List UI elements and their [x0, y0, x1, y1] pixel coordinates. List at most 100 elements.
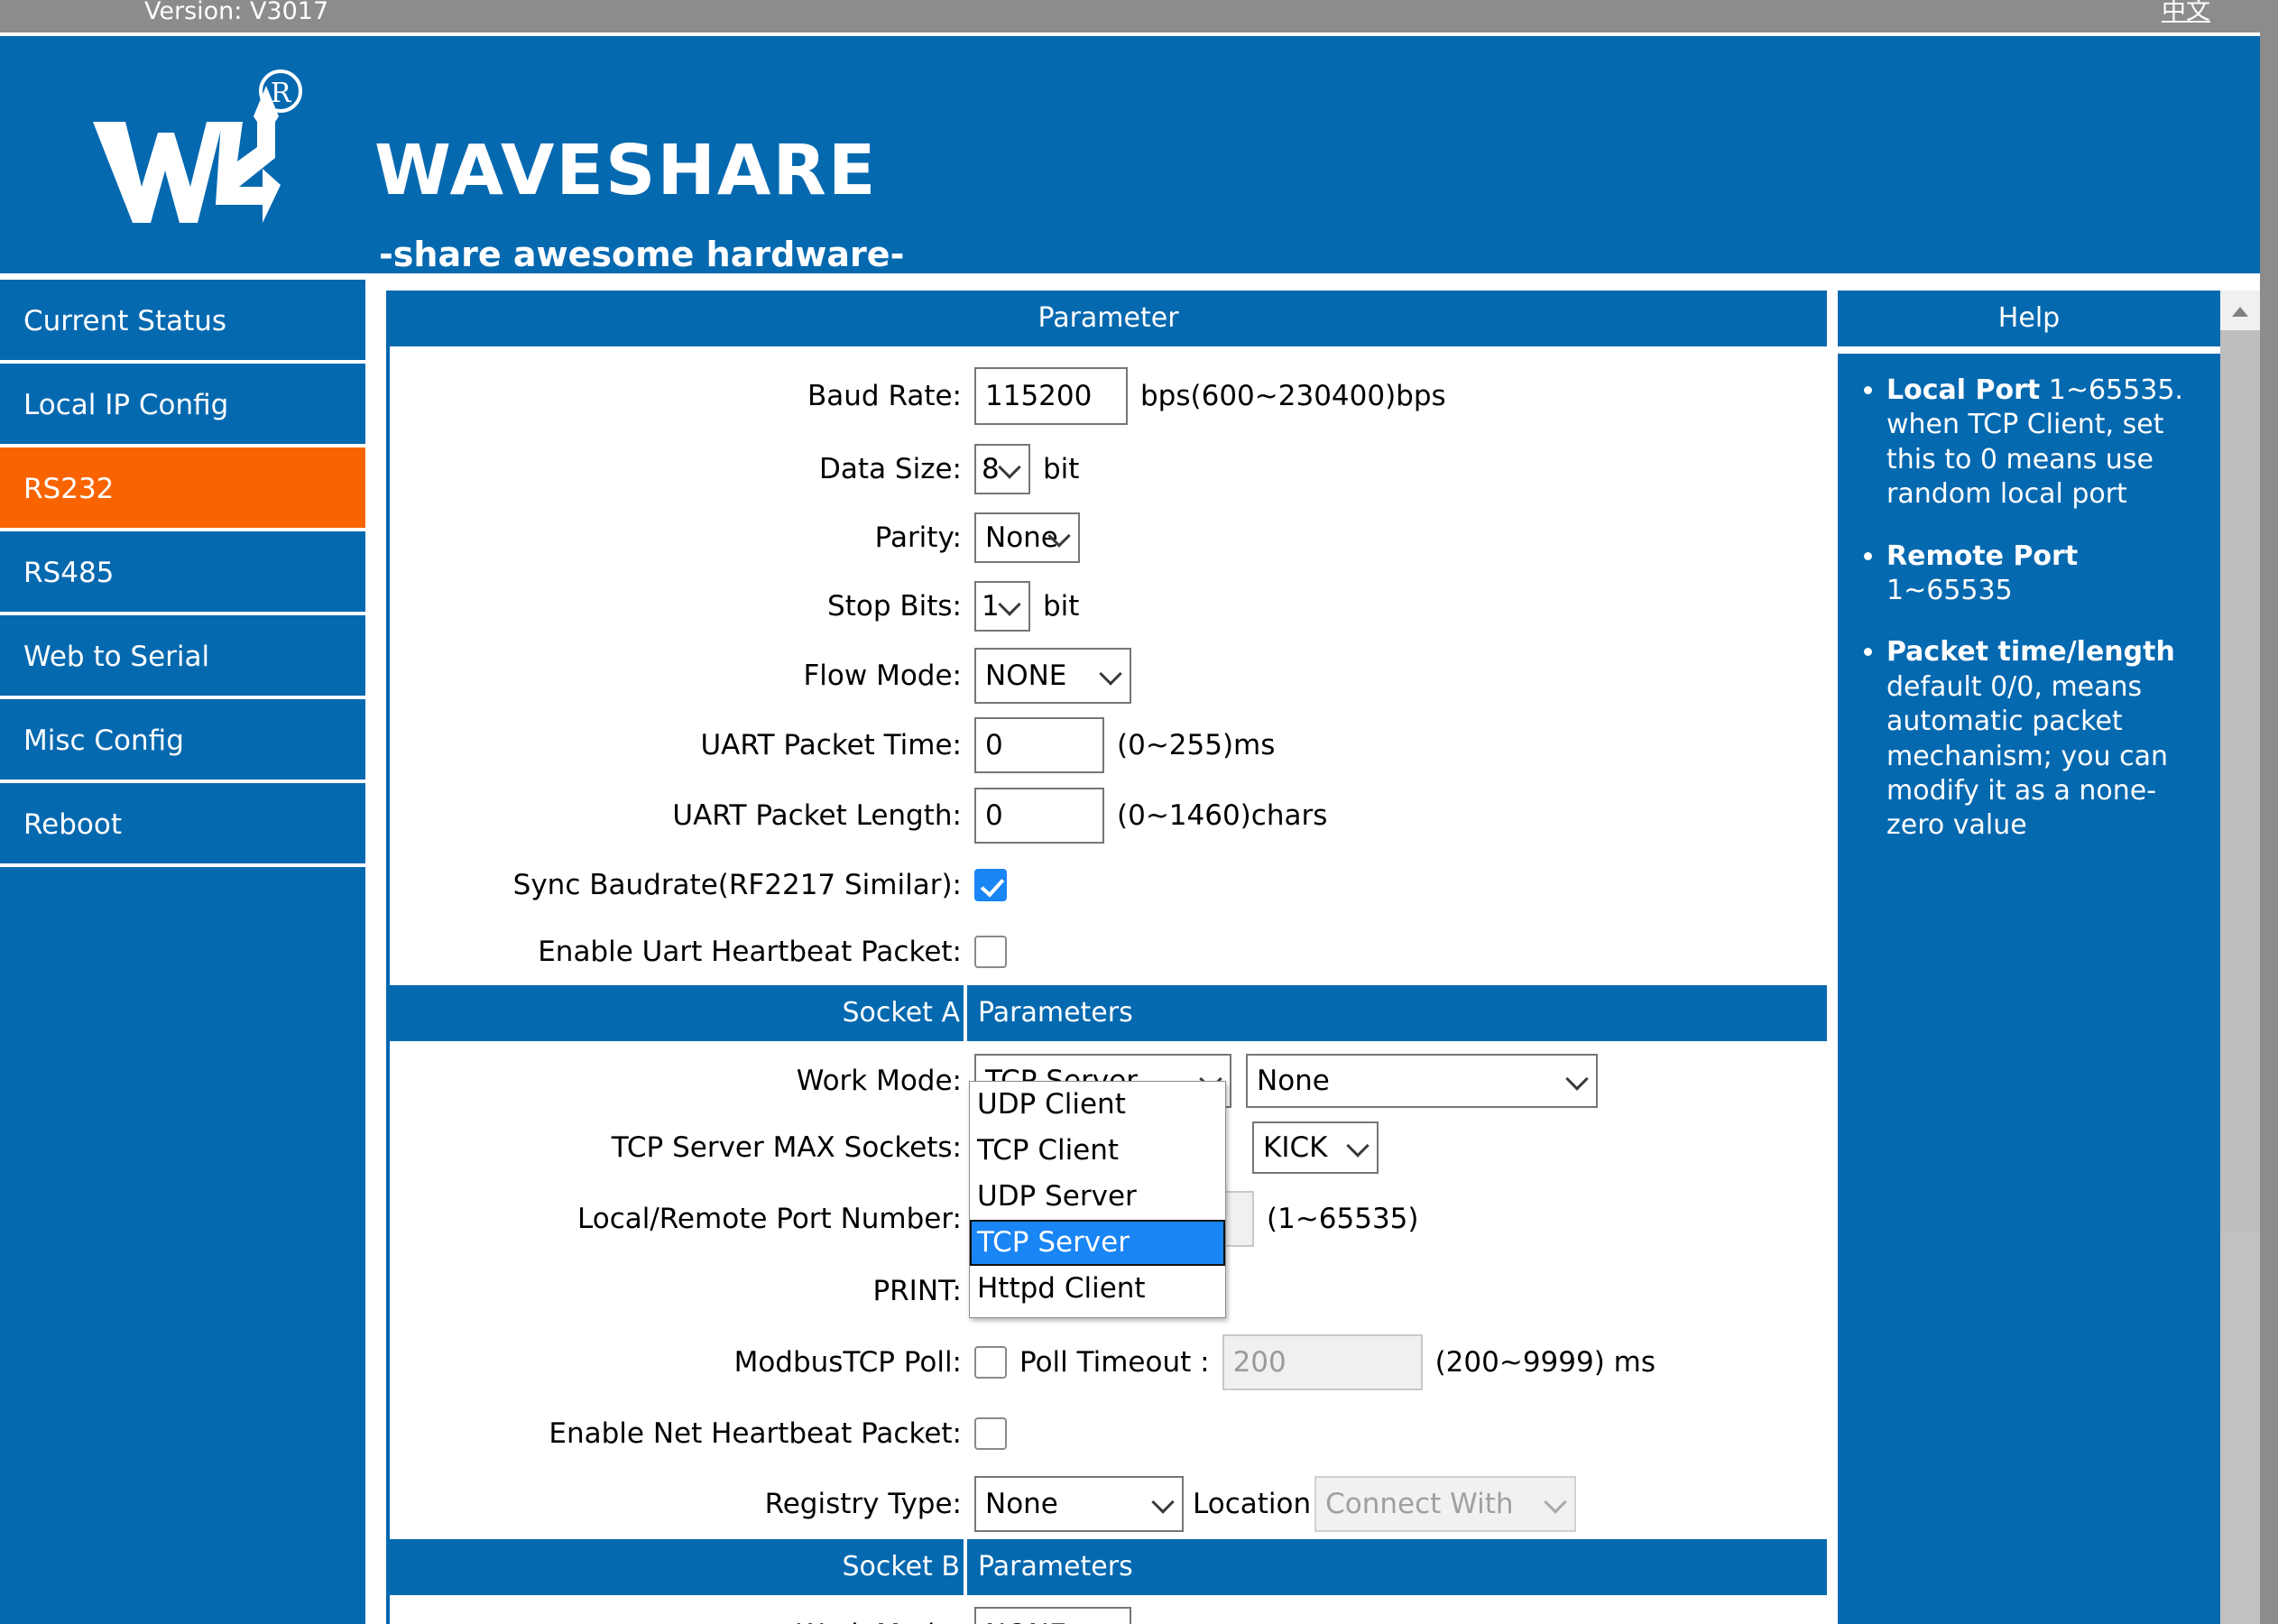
sidebar-item-current-status[interactable]: Current Status — [0, 280, 365, 364]
socket-a-location-label: Location — [1193, 1488, 1312, 1520]
socket-a-work-mode-secondary-value: None — [1257, 1065, 1330, 1097]
row-uart-packet-time: UART Packet Time: (0~255)ms — [390, 711, 1827, 780]
dropdown-option-httpd-client[interactable]: Httpd Client — [970, 1266, 1225, 1312]
uart-packet-length-input[interactable] — [974, 788, 1104, 844]
waveshare-logo-icon: R — [86, 68, 320, 248]
sidebar-item-label: Web to Serial — [23, 641, 210, 673]
baud-rate-input[interactable] — [974, 367, 1128, 425]
chevron-down-icon — [1544, 1490, 1567, 1514]
socket-a-print-label: PRINT: — [872, 1275, 962, 1307]
uart-packet-length-label: UART Packet Length: — [672, 799, 962, 832]
chevron-down-icon — [998, 593, 1021, 616]
socket-a-port-label: Local/Remote Port Number: — [577, 1203, 962, 1235]
sidebar-item-rs485[interactable]: RS485 — [0, 531, 365, 615]
sidebar-nav: Current Status Local IP Config RS232 RS4… — [0, 280, 365, 1624]
row-uart-heartbeat: Enable Uart Heartbeat Packet: — [390, 918, 1827, 985]
socket-a-modbus-checkbox[interactable] — [974, 1346, 1007, 1379]
row-data-size: Data Size: 8 bit — [390, 435, 1827, 503]
flow-mode-value: NONE — [985, 660, 1067, 692]
socket-b-work-mode-select[interactable]: NONE — [974, 1607, 1131, 1624]
uart-heartbeat-label: Enable Uart Heartbeat Packet: — [538, 936, 962, 968]
sidebar-item-local-ip-config[interactable]: Local IP Config — [0, 364, 365, 448]
dropdown-option-tcp-client[interactable]: TCP Client — [970, 1128, 1225, 1174]
socket-a-location-value: Connect With — [1325, 1488, 1514, 1520]
help-item-title: Remote Port — [1886, 540, 2079, 572]
data-size-label: Data Size: — [819, 453, 962, 485]
socket-a-work-mode-secondary-select[interactable]: None — [1246, 1054, 1598, 1108]
socket-a-overflow-select[interactable]: KICK — [1252, 1121, 1379, 1174]
sidebar-item-reboot[interactable]: Reboot — [0, 783, 365, 867]
row-socket-a-modbus: ModbusTCP Poll: Poll Timeout : (200~9999… — [390, 1326, 1827, 1398]
socket-a-port-hint: (1~65535) — [1267, 1203, 1419, 1235]
socket-b-parameters-label: Parameters — [978, 1551, 1133, 1582]
stop-bits-label: Stop Bits: — [827, 590, 962, 623]
parameter-panel: Parameter Baud Rate: bps(600~230400)bps … — [386, 291, 1827, 1624]
socket-b-work-mode-value: NONE — [985, 1619, 1066, 1624]
scrollbar-up-arrow-icon[interactable] — [2220, 291, 2260, 330]
socket-a-poll-timeout-input[interactable] — [1222, 1334, 1423, 1390]
baud-rate-hint: bps(600~230400)bps — [1140, 380, 1446, 412]
chevron-down-icon — [998, 456, 1021, 479]
sidebar-item-web-to-serial[interactable]: Web to Serial — [0, 615, 365, 699]
sidebar-item-label: Misc Config — [23, 724, 184, 757]
sidebar-item-misc-config[interactable]: Misc Config — [0, 699, 365, 783]
scrollbar-thumb[interactable] — [2220, 330, 2260, 1232]
help-item-text: 1~65535 — [1886, 574, 2013, 606]
sync-baudrate-checkbox[interactable] — [974, 869, 1007, 901]
help-item-local-port: Local Port 1~65535. when TCP Client, set… — [1886, 374, 2208, 512]
flow-mode-select[interactable]: NONE — [974, 648, 1131, 704]
sidebar-item-label: Local IP Config — [23, 389, 229, 421]
socket-a-registry-type-select[interactable]: None — [974, 1476, 1184, 1532]
socket-b-label: Socket B — [390, 1539, 967, 1595]
version-label: Version: V3017 — [144, 0, 329, 25]
help-item-title: Local Port — [1886, 374, 2041, 406]
work-mode-dropdown-list[interactable]: UDP Client TCP Client UDP Server TCP Ser… — [969, 1081, 1226, 1318]
uart-heartbeat-checkbox[interactable] — [974, 936, 1007, 968]
sidebar-item-label: Current Status — [23, 305, 227, 337]
socket-b-section-header: Socket B Parameters — [390, 1539, 1827, 1595]
parity-value: None — [985, 521, 1058, 554]
version-bar: Version: V3017 中文 — [0, 0, 2260, 32]
data-size-select[interactable]: 8 — [974, 444, 1030, 494]
help-content: Local Port 1~65535. when TCP Client, set… — [1838, 354, 2220, 1624]
row-uart-packet-length: UART Packet Length: (0~1460)chars — [390, 780, 1827, 852]
dropdown-option-udp-client[interactable]: UDP Client — [970, 1082, 1225, 1128]
flow-mode-label: Flow Mode: — [803, 660, 962, 692]
row-baud-rate: Baud Rate: bps(600~230400)bps — [390, 357, 1827, 435]
stop-bits-select[interactable]: 1 — [974, 581, 1030, 632]
help-item-text: default 0/0, means automatic packet mech… — [1886, 670, 2168, 842]
help-item-title: Packet time/length — [1886, 636, 2175, 669]
socket-a-overflow-value: KICK — [1263, 1131, 1328, 1164]
chevron-down-icon — [1099, 662, 1122, 686]
stop-bits-hint: bit — [1043, 590, 1080, 623]
socket-a-location-select[interactable]: Connect With — [1314, 1476, 1577, 1532]
stop-bits-value: 1 — [982, 590, 1000, 623]
socket-a-registry-type-label: Registry Type: — [764, 1488, 962, 1520]
help-header: Help — [1838, 291, 2220, 346]
data-size-value: 8 — [982, 453, 1000, 485]
data-size-hint: bit — [1043, 453, 1080, 485]
uart-packet-time-hint: (0~255)ms — [1117, 729, 1276, 761]
sidebar-item-label: RS232 — [23, 473, 115, 505]
sidebar-filler — [0, 867, 365, 1624]
brand-name: WAVESHARE — [374, 131, 878, 211]
uart-packet-time-input[interactable] — [974, 717, 1104, 773]
sync-baudrate-label: Sync Baudrate(RF2217 Similar): — [512, 869, 962, 901]
parity-label: Parity: — [874, 521, 962, 554]
chevron-down-icon — [1346, 1134, 1370, 1158]
socket-a-poll-timeout-label: Poll Timeout : — [1019, 1346, 1210, 1379]
parity-select[interactable]: None — [974, 512, 1080, 563]
socket-a-label: Socket A — [390, 985, 967, 1041]
row-flow-mode: Flow Mode: NONE — [390, 641, 1827, 711]
socket-a-max-sockets-label: TCP Server MAX Sockets: — [611, 1131, 962, 1164]
sidebar-item-rs232[interactable]: RS232 — [0, 448, 365, 531]
row-stop-bits: Stop Bits: 1 bit — [390, 572, 1827, 641]
page-scrollbar[interactable] — [2220, 291, 2260, 1624]
socket-a-net-heartbeat-label: Enable Net Heartbeat Packet: — [549, 1417, 962, 1450]
dropdown-option-tcp-server[interactable]: TCP Server — [970, 1220, 1225, 1266]
brand-header: R WAVESHARE -share awesome hardware- — [0, 36, 2278, 274]
socket-a-net-heartbeat-checkbox[interactable] — [974, 1417, 1007, 1450]
dropdown-option-udp-server[interactable]: UDP Server — [970, 1174, 1225, 1220]
language-switch-link[interactable]: 中文 — [2162, 0, 2210, 32]
sidebar-item-label: Reboot — [23, 808, 122, 841]
